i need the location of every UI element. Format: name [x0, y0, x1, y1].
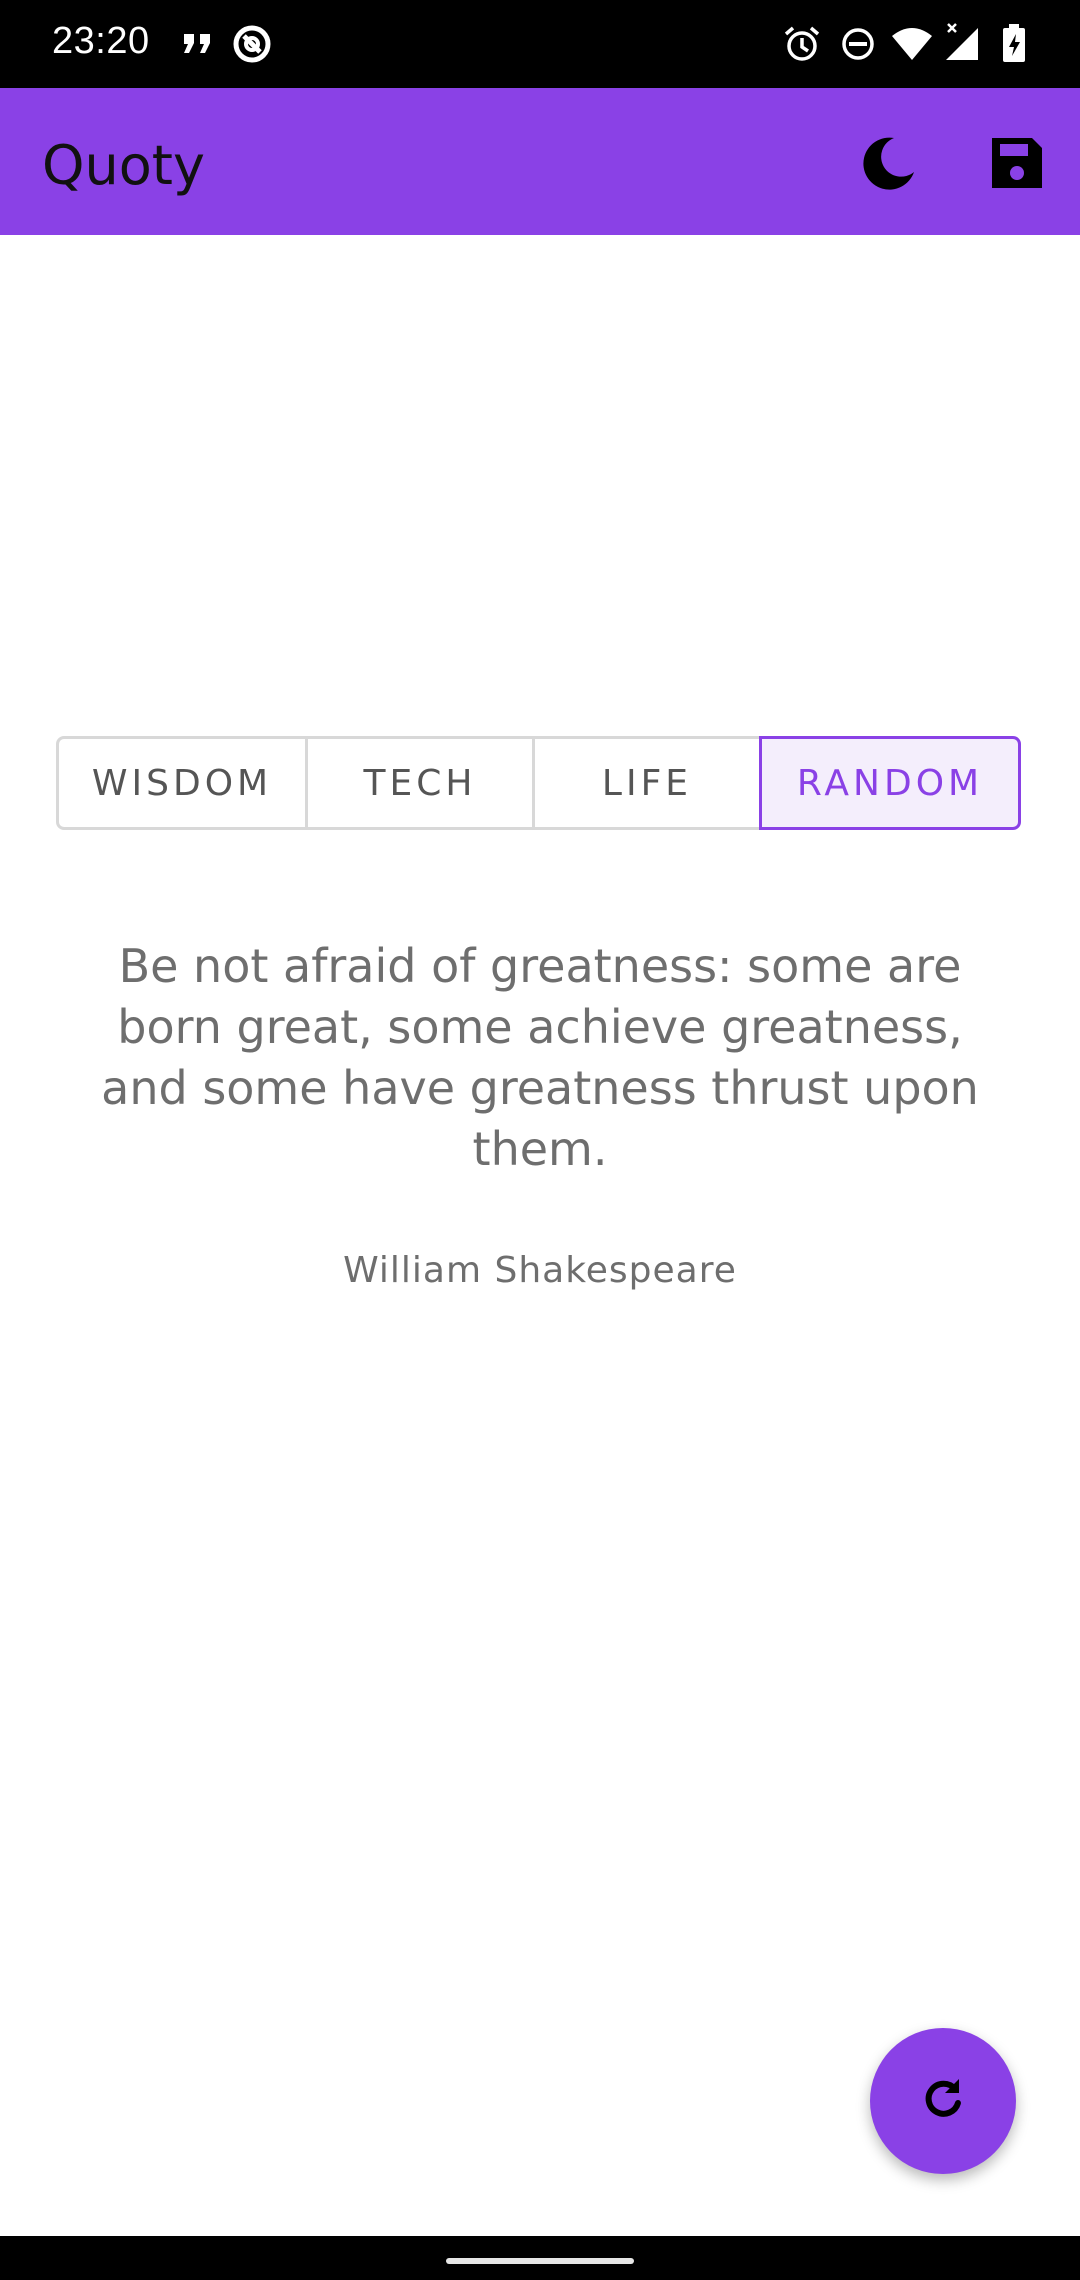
- navigation-bar: [0, 2236, 1080, 2280]
- wifi-icon: [890, 22, 934, 66]
- refresh-quote-button[interactable]: [870, 2028, 1016, 2174]
- quote-author: William Shakespeare: [343, 1250, 737, 1291]
- app-title: Quoty: [42, 134, 205, 197]
- home-gesture-handle[interactable]: [446, 2258, 634, 2264]
- at-sign-icon: [230, 22, 274, 66]
- refresh-icon: [915, 2071, 971, 2131]
- do-not-disturb-icon: [836, 22, 880, 66]
- cell-signal-icon: [940, 22, 984, 66]
- category-life[interactable]: LIFE: [532, 736, 762, 830]
- category-random[interactable]: RANDOM: [759, 736, 1021, 830]
- category-selector: WISDOM TECH LIFE RANDOM: [56, 736, 1024, 830]
- quote-text: Be not afraid of greatness: some are bor…: [101, 939, 979, 1176]
- alarm-icon: [780, 22, 824, 66]
- app-bar: Quoty: [0, 88, 1080, 235]
- status-time: 23:20: [52, 20, 150, 62]
- category-wisdom[interactable]: WISDOM: [56, 736, 308, 830]
- category-tech[interactable]: TECH: [305, 736, 535, 830]
- quote-notification-icon: [176, 22, 220, 66]
- battery-charging-icon: [994, 22, 1038, 66]
- status-bar: 23:20: [0, 0, 1080, 88]
- save-icon[interactable]: [982, 128, 1052, 198]
- dark-mode-icon[interactable]: [854, 128, 924, 198]
